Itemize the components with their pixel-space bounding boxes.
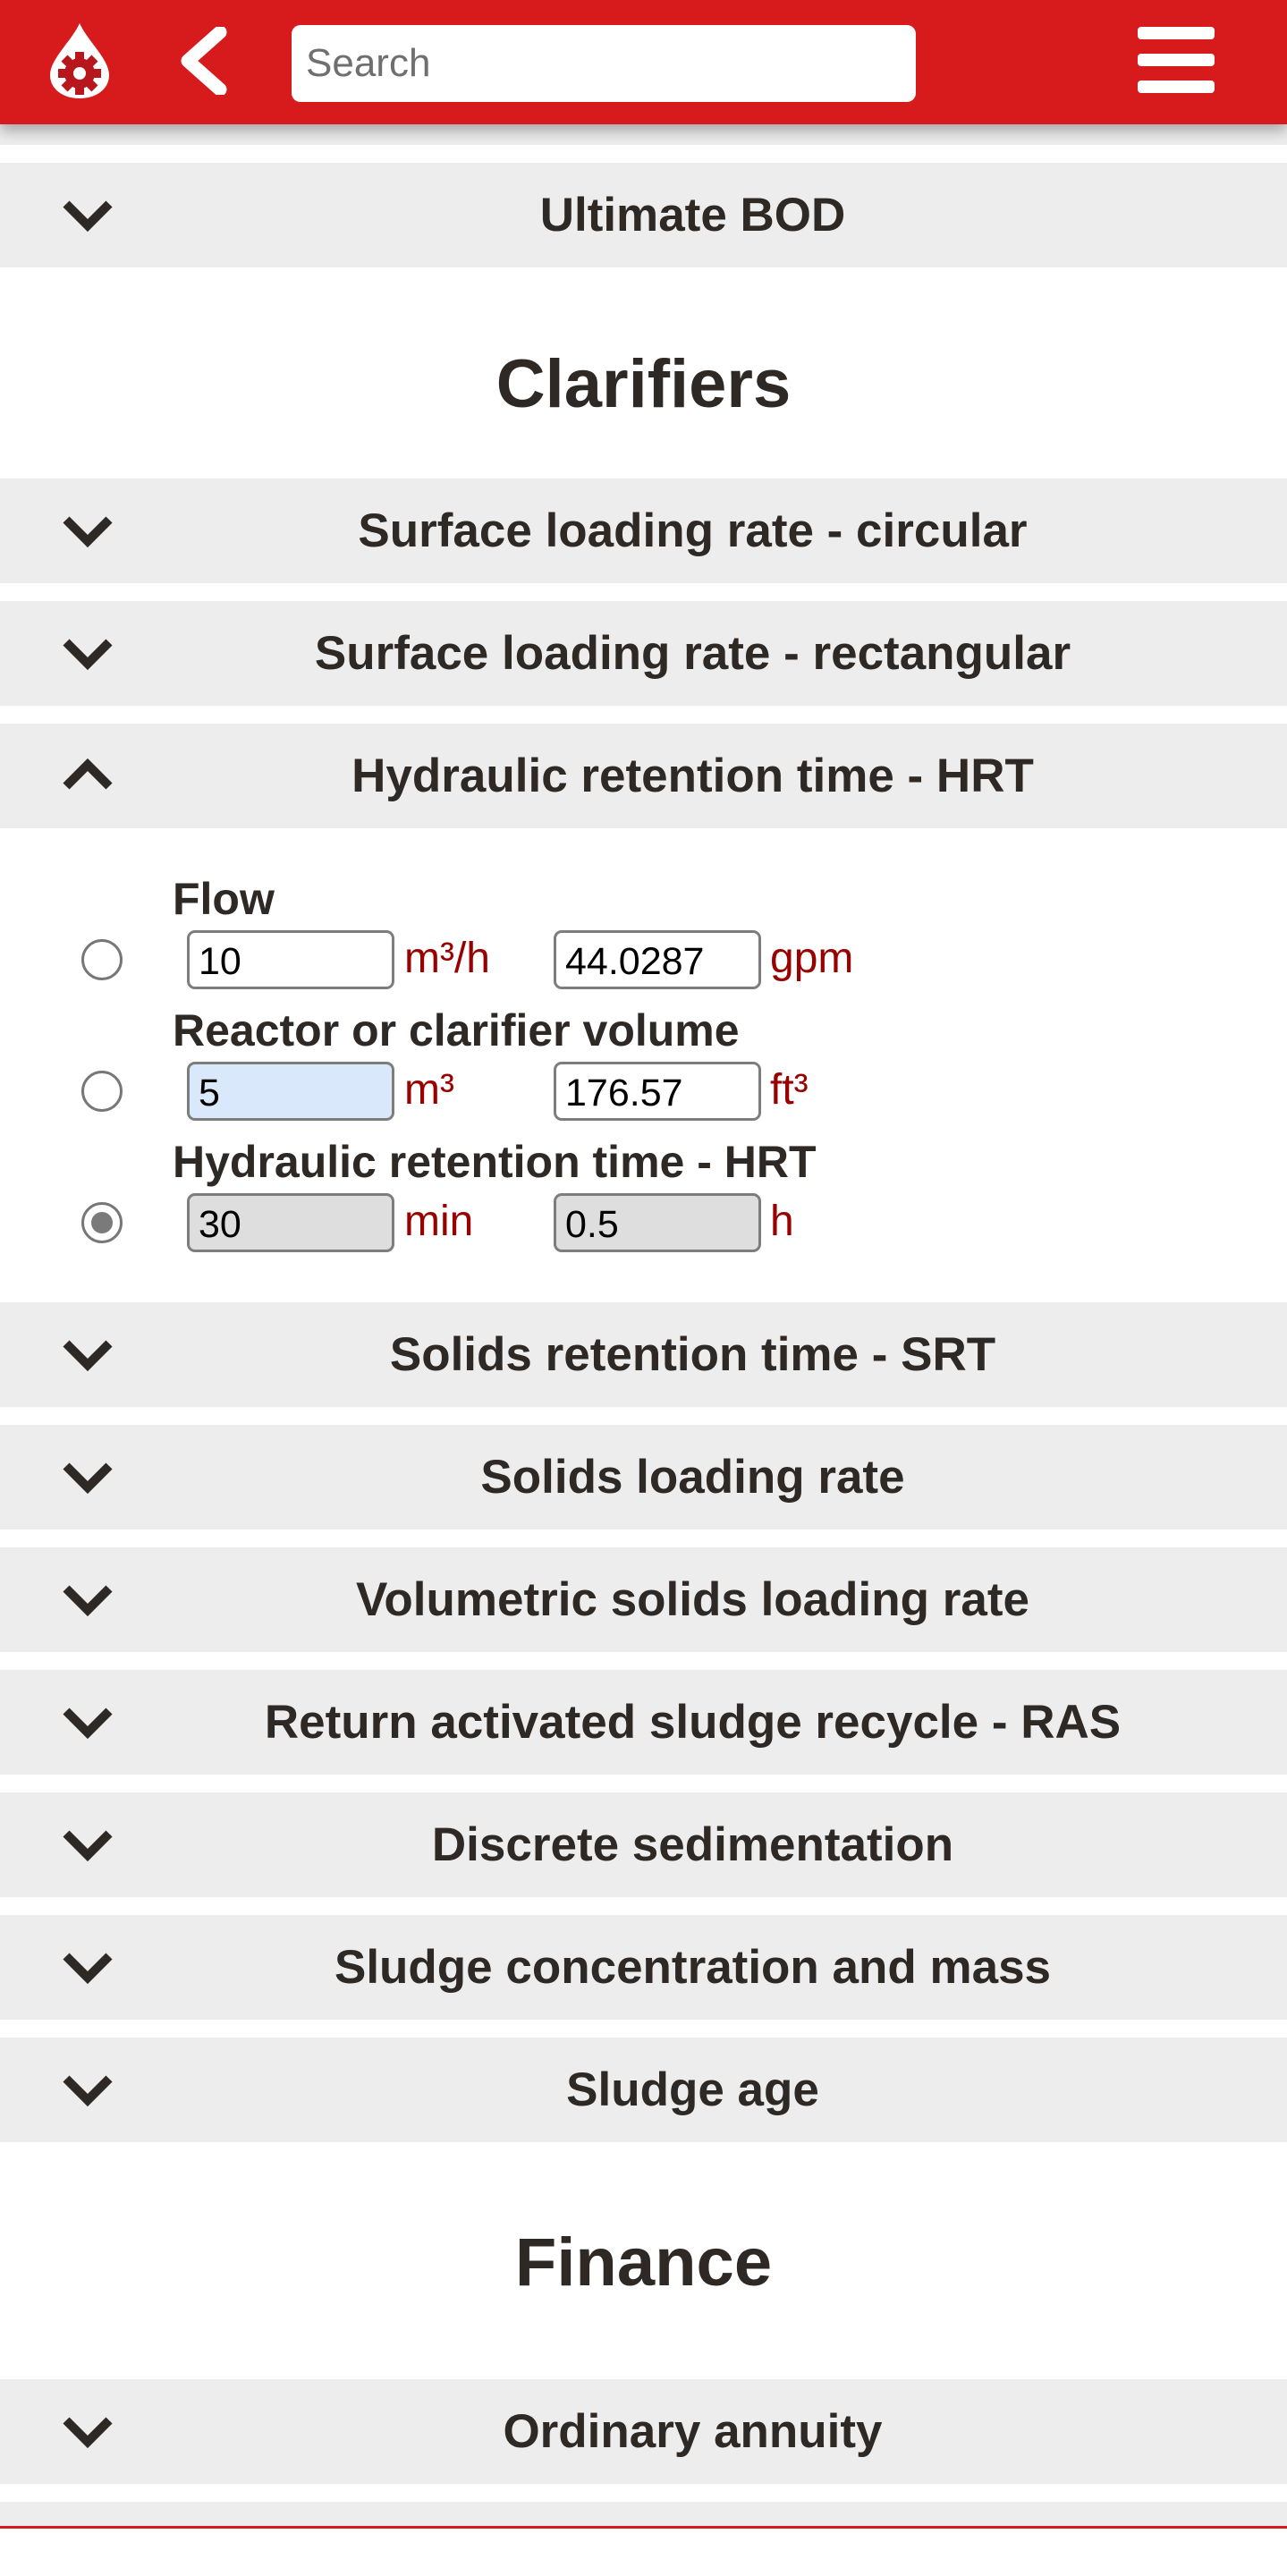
unit-label: min	[404, 1198, 474, 1245]
radio-volume[interactable]	[81, 1071, 123, 1112]
field-label-flow: Flow	[173, 874, 275, 924]
unit-label: m³	[404, 1066, 454, 1114]
hrt-calculator-panel: Flow m³/h gpm Reactor or clarifier volum…	[0, 828, 1287, 1302]
accordion-ultimate-bod[interactable]: Ultimate BOD	[0, 163, 1287, 267]
accordion-surface-loading-circular[interactable]: Surface loading rate - circular	[0, 479, 1287, 583]
top-app-bar	[0, 0, 1287, 124]
accordion-label: Ordinary annuity	[503, 2405, 883, 2458]
hamburger-menu-icon[interactable]	[1138, 27, 1215, 93]
hrt-h-output	[554, 1193, 761, 1252]
accordion-discrete-sedimentation[interactable]: Discrete sedimentation	[0, 1792, 1287, 1897]
accordion-label: Solids loading rate	[480, 1451, 905, 1504]
unit-label: ft³	[770, 1066, 809, 1114]
flow-m3h-input[interactable]	[187, 930, 394, 989]
hrt-min-output	[187, 1193, 394, 1252]
accordion-label: Solids retention time - SRT	[389, 1328, 996, 1381]
search-input[interactable]	[292, 25, 916, 102]
accordion-volumetric-solids-loading-rate[interactable]: Volumetric solids loading rate	[0, 1547, 1287, 1652]
unit-label: h	[770, 1198, 794, 1245]
accordion-solids-retention-time[interactable]: Solids retention time - SRT	[0, 1302, 1287, 1407]
accordion-sludge-concentration-mass[interactable]: Sludge concentration and mass	[0, 1915, 1287, 2020]
accordion-ordinary-annuity[interactable]: Ordinary annuity	[0, 2379, 1287, 2484]
accordion-label: Sludge age	[566, 2063, 819, 2116]
accordion-next-partial[interactable]	[0, 2502, 1287, 2529]
volume-ft3-input[interactable]	[554, 1062, 761, 1121]
accordion-label: Surface loading rate - rectangular	[314, 627, 1071, 680]
volume-m3-input[interactable]	[187, 1062, 394, 1121]
calculator-list: Sulfide equilibrium Ultimate BOD Clarifi…	[0, 40, 1287, 2546]
accordion-label: Sludge concentration and mass	[334, 1941, 1052, 1994]
accordion-sludge-age[interactable]: Sludge age	[0, 2038, 1287, 2142]
radio-flow[interactable]	[81, 939, 123, 980]
section-title-finance: Finance	[514, 2224, 773, 2301]
unit-label: gpm	[770, 935, 854, 982]
water-drop-gear-logo-icon[interactable]	[47, 21, 113, 100]
radio-hrt[interactable]	[81, 1202, 123, 1243]
accordion-label: Discrete sedimentation	[431, 1818, 954, 1871]
accordion-solids-loading-rate[interactable]: Solids loading rate	[0, 1425, 1287, 1530]
flow-gpm-input[interactable]	[554, 930, 761, 989]
accordion-label: Ultimate BOD	[539, 189, 846, 242]
field-label-hrt: Hydraulic retention time - HRT	[173, 1137, 817, 1187]
accordion-label: Volumetric solids loading rate	[356, 1573, 1029, 1626]
accordion-label: Return activated sludge recycle - RAS	[264, 1696, 1122, 1749]
section-title-clarifiers: Clarifiers	[495, 346, 792, 422]
accordion-label: Surface loading rate - circular	[358, 504, 1028, 557]
unit-label: m³/h	[404, 935, 490, 982]
accordion-ras[interactable]: Return activated sludge recycle - RAS	[0, 1670, 1287, 1775]
field-label-volume: Reactor or clarifier volume	[173, 1005, 740, 1055]
accordion-label: Hydraulic retention time - HRT	[351, 750, 1034, 802]
accordion-surface-loading-rectangular[interactable]: Surface loading rate - rectangular	[0, 601, 1287, 706]
accordion-hydraulic-retention-time[interactable]: Hydraulic retention time - HRT	[0, 724, 1287, 828]
chevron-left-icon[interactable]	[179, 27, 231, 95]
